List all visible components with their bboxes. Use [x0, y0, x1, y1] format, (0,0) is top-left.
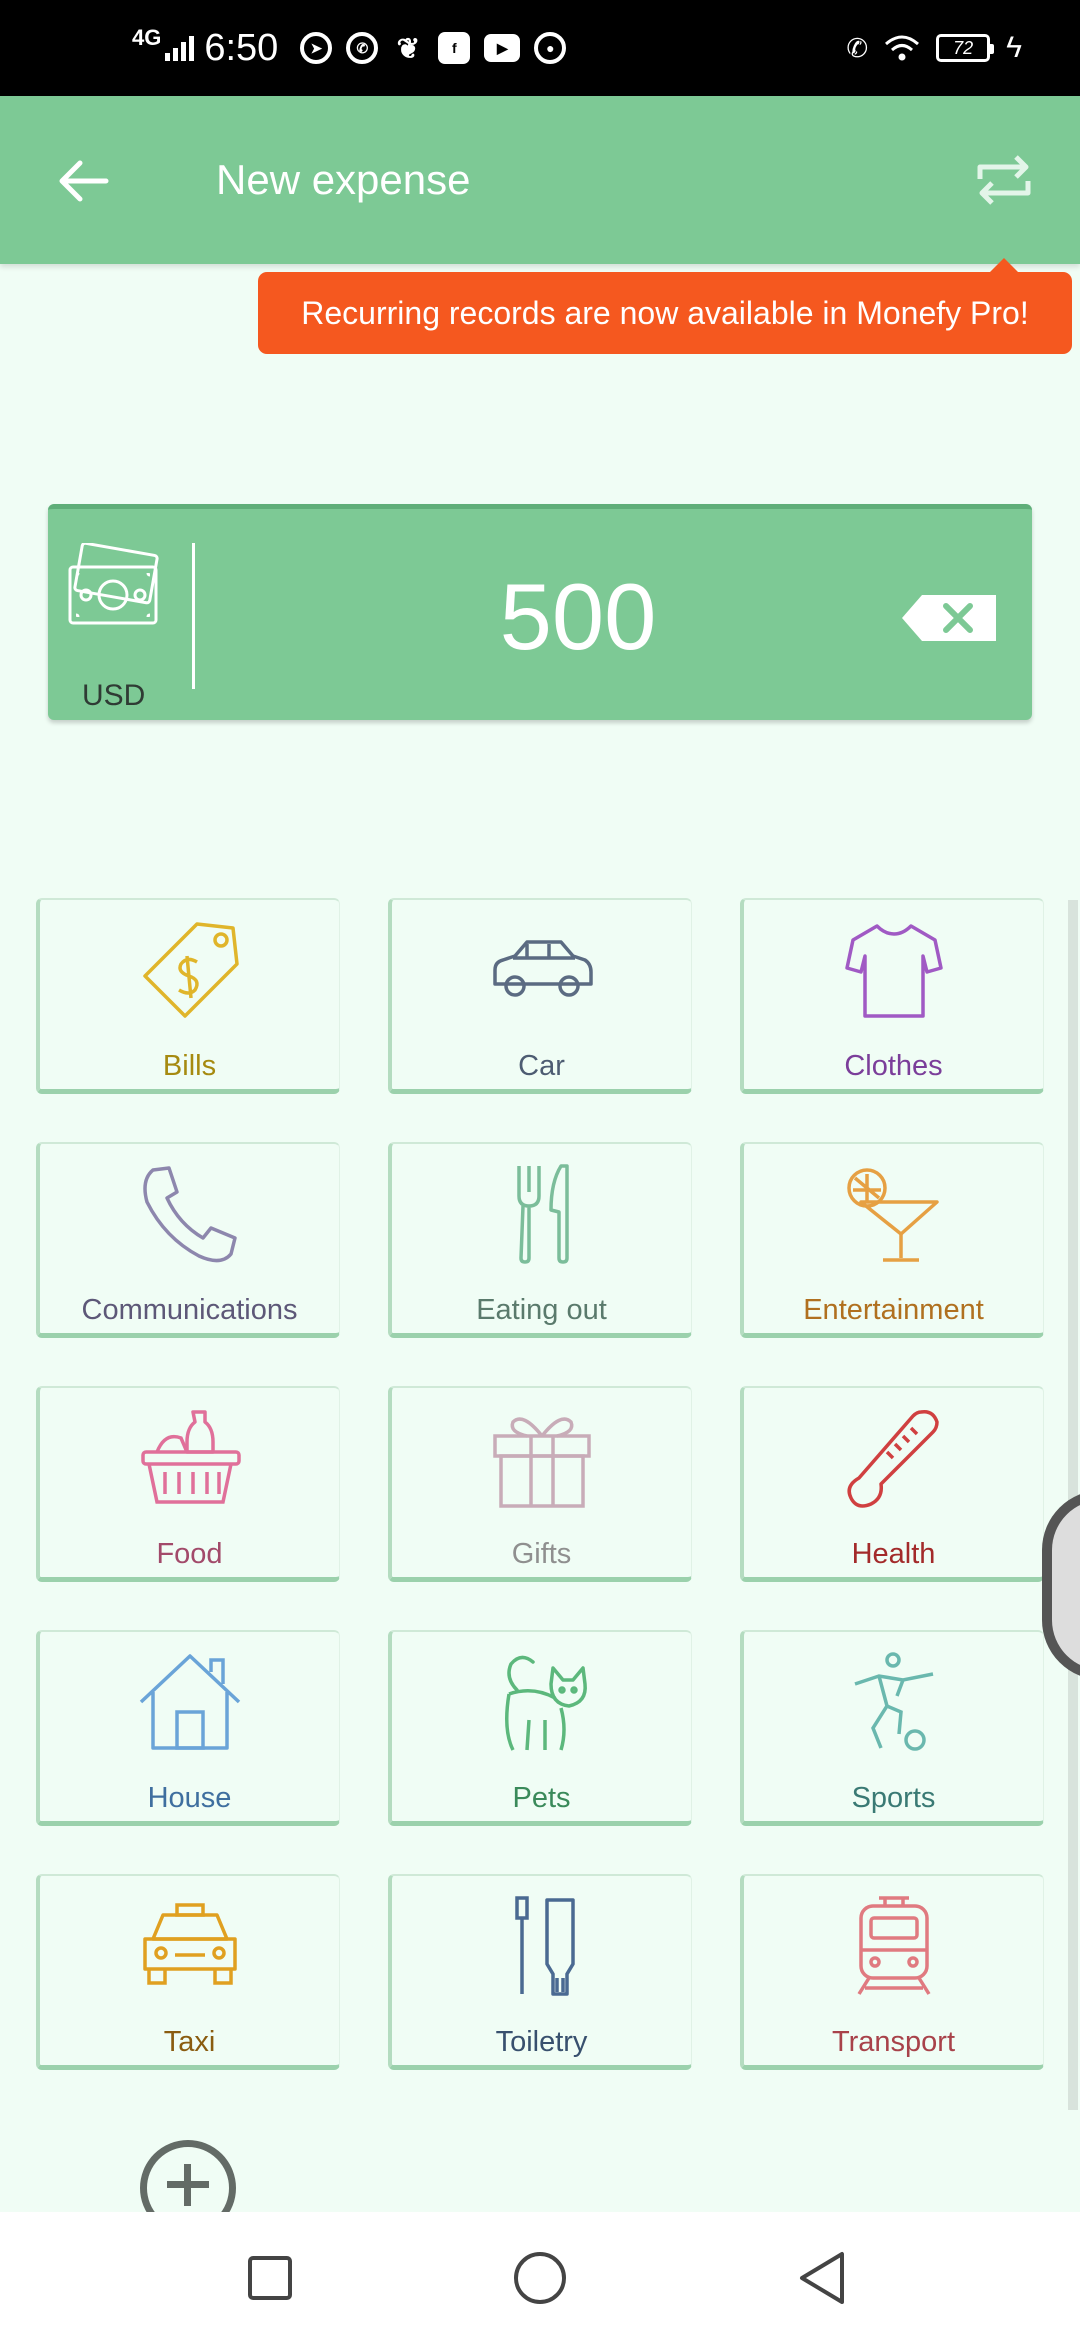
category-sports[interactable]: Sports — [740, 1630, 1044, 1826]
cat-icon — [504, 1655, 587, 1751]
category-toiletry[interactable]: Toiletry — [388, 1874, 692, 2070]
camera-icon: ● — [534, 32, 567, 64]
category-label: Taxi — [163, 2026, 216, 2058]
back-button[interactable] — [48, 146, 118, 216]
youtube-icon: ▶ — [484, 34, 521, 62]
car-icon — [492, 940, 593, 997]
amount-panel: USD 500 — [48, 504, 1032, 720]
category-label: House — [147, 1782, 232, 1814]
category-communications[interactable]: Communications — [36, 1142, 340, 1338]
toothbrush-icon — [514, 1896, 575, 1996]
category-label: Transport — [831, 2026, 956, 2058]
triangle-back-icon — [800, 2252, 844, 2304]
category-car[interactable]: Car — [388, 898, 692, 1094]
category-label: Clothes — [844, 1050, 943, 1082]
category-gifts[interactable]: Gifts — [388, 1386, 692, 1582]
category-label: Health — [851, 1538, 936, 1570]
category-label: Food — [156, 1538, 223, 1570]
category-food[interactable]: Food — [36, 1386, 340, 1582]
category-clothes[interactable]: Clothes — [740, 898, 1044, 1094]
soccer-player-icon — [853, 1652, 933, 1751]
phone-icon — [142, 1166, 237, 1263]
category-pets[interactable]: Pets — [388, 1630, 692, 1826]
taxi-icon — [142, 1903, 237, 1985]
recents-button[interactable] — [240, 2248, 300, 2308]
category-label: Car — [518, 1050, 565, 1082]
divider — [192, 543, 195, 689]
signal-icon — [165, 35, 195, 61]
money-icon — [68, 541, 159, 625]
category-eating-out[interactable]: Eating out — [388, 1142, 692, 1338]
house-icon — [139, 1654, 240, 1750]
facebook-icon: f — [438, 32, 471, 64]
tshirt-icon — [844, 924, 943, 1018]
category-house[interactable]: House — [36, 1630, 340, 1826]
category-label: Communications — [81, 1294, 298, 1326]
network-type: 4G — [132, 25, 162, 50]
app-bar: New expense — [0, 96, 1080, 264]
telegram-icon: ➤ — [300, 32, 333, 64]
amount-value[interactable]: 500 — [198, 509, 958, 725]
arrow-left-icon — [59, 160, 109, 202]
backspace-button[interactable] — [900, 593, 1000, 643]
pro-tooltip[interactable]: Recurring records are now available in M… — [258, 258, 1072, 354]
currency-selector[interactable] — [64, 541, 164, 633]
tooltip-text: Recurring records are now available in M… — [301, 294, 1029, 331]
status-bar: 4G 6:50 ➤ ✆ ❦ f ▶ ● ✆ 72 ϟ — [0, 0, 1080, 96]
basket-icon — [140, 1410, 241, 1504]
circle-icon — [514, 2252, 566, 2304]
category-label: Toiletry — [495, 2026, 588, 2058]
category-bills[interactable]: Bills — [36, 898, 340, 1094]
gift-icon — [492, 1417, 591, 1508]
clock: 6:50 — [204, 26, 279, 69]
thermometer-icon — [847, 1409, 939, 1508]
recurring-button[interactable] — [964, 144, 1044, 216]
wifi-calling-icon: ✆ — [846, 32, 869, 63]
wifi-icon — [885, 35, 920, 61]
square-icon — [248, 2256, 292, 2300]
navigation-bar — [0, 2212, 1080, 2340]
home-button[interactable] — [510, 2248, 570, 2308]
page-title: New expense — [216, 156, 471, 203]
category-transport[interactable]: Transport — [740, 1874, 1044, 2070]
edge-panel-handle[interactable] — [1042, 1490, 1080, 1680]
category-entertainment[interactable]: Entertainment — [740, 1142, 1044, 1338]
repeat-icon — [977, 155, 1031, 205]
train-icon — [857, 1896, 930, 1995]
whatsapp-icon: ✆ — [346, 32, 379, 64]
category-taxi[interactable]: Taxi — [36, 1874, 340, 2070]
category-label: Entertainment — [803, 1294, 984, 1326]
currency-code[interactable]: USD — [82, 679, 145, 713]
leaf-icon: ❦ — [396, 32, 421, 64]
charging-icon: ϟ — [1006, 31, 1022, 64]
cocktail-icon — [846, 1168, 939, 1262]
battery-icon: 72 — [936, 34, 995, 62]
category-label: Pets — [512, 1782, 571, 1814]
back-nav-button[interactable] — [792, 2248, 852, 2308]
fork-knife-icon — [516, 1164, 569, 1264]
category-label: Bills — [162, 1050, 217, 1082]
category-label: Sports — [851, 1782, 936, 1814]
category-label: Eating out — [476, 1294, 607, 1326]
category-label: Gifts — [511, 1538, 572, 1570]
price-tag-icon — [142, 922, 239, 1018]
backspace-icon — [902, 595, 996, 641]
category-health[interactable]: Health — [740, 1386, 1044, 1582]
